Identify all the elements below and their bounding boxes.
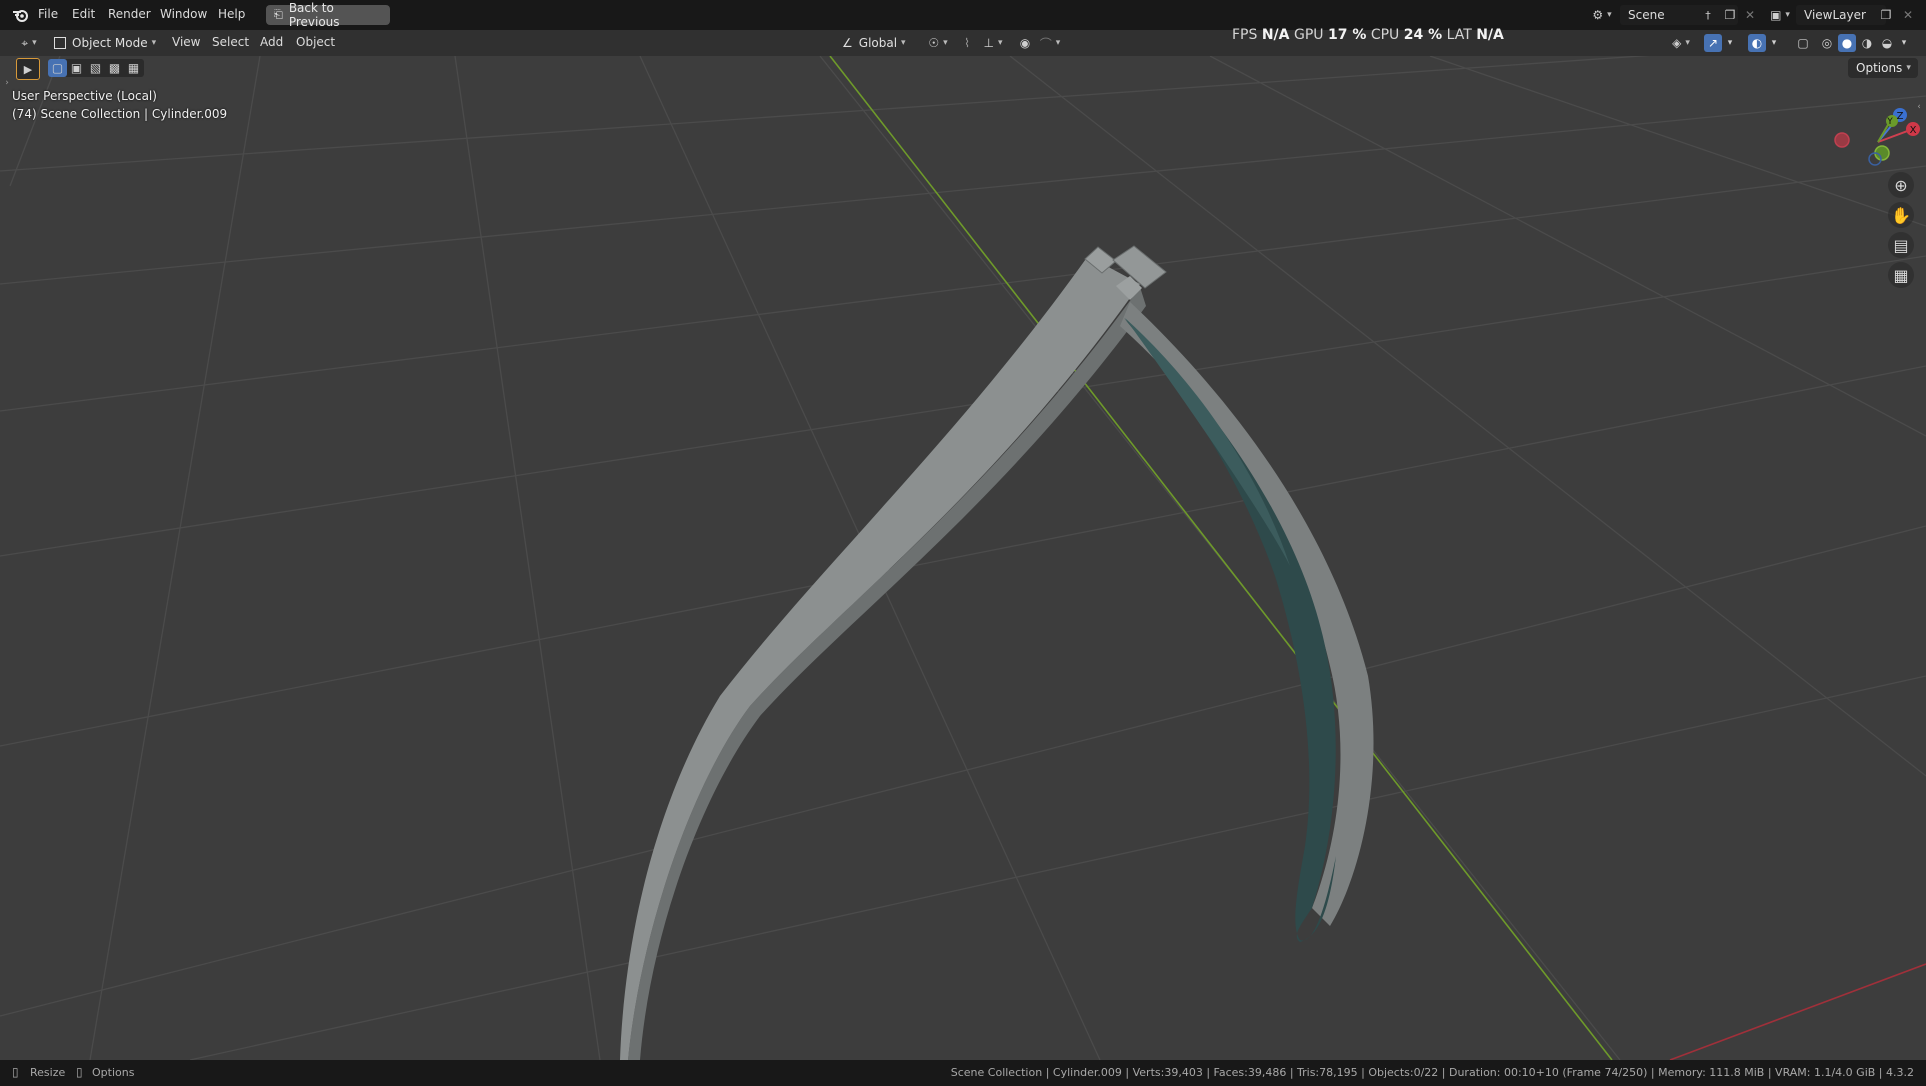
gizmo-x-label: X (1910, 125, 1917, 136)
floor-grid (0, 56, 1926, 1060)
camera-icon[interactable]: ▤ (1888, 232, 1914, 258)
snath-handle-top (620, 256, 1140, 1060)
menu-file[interactable]: File (38, 7, 58, 21)
overlays-toggle-icon[interactable]: ◐ (1748, 34, 1766, 52)
scene-field[interactable]: Scene (1620, 5, 1738, 25)
top-bar: File Edit Render Window Help ⎗ Back to P… (0, 0, 1926, 31)
menu-object[interactable]: Object (296, 35, 335, 49)
3d-viewport[interactable]: User Perspective (Local) (74) Scene Coll… (0, 56, 1926, 1060)
orientation-label: Global (858, 36, 898, 50)
solid-shading-icon[interactable]: ● (1838, 34, 1856, 52)
right-panel-toggle-icon[interactable]: ‹ (1914, 100, 1924, 114)
viewlayer-field[interactable]: ViewLayer (1796, 5, 1886, 25)
menu-edit[interactable]: Edit (72, 7, 95, 21)
select-mode-buttons: ▢ ▣ ▧ ▩ ▦ (48, 59, 144, 77)
back-icon: ⎗ (274, 8, 283, 21)
select-tool-icon[interactable]: ▶ (16, 58, 40, 80)
cpu-value: 24 % (1403, 27, 1443, 43)
status-options: Options (92, 1066, 135, 1079)
new-scene-icon[interactable]: ❐ (1722, 6, 1738, 24)
viewport-header: ⌖ ▾ Object Mode ▾ View Select Add Object ∠… (0, 30, 1926, 56)
blade-back (1120, 302, 1374, 926)
falloff-icon[interactable]: ⌒ ▾ (1036, 34, 1064, 52)
menu-window[interactable]: Window (160, 7, 207, 21)
gizmo-toggle-icon[interactable]: ↗ (1704, 34, 1722, 52)
select-invert-icon[interactable]: ▩ (105, 59, 124, 77)
visibility-icon[interactable]: ◈ ▾ (1666, 34, 1696, 52)
left-panel-toggle-icon[interactable]: › (2, 76, 12, 90)
viewlayer-icon[interactable]: ▣ ▾ (1766, 6, 1794, 24)
gizmo-y-label: Y (1886, 117, 1893, 127)
proportional-edit-icon[interactable]: ◉ (1016, 34, 1034, 52)
menu-view[interactable]: View (172, 35, 200, 49)
gizmo-z-label: Z (1897, 111, 1904, 122)
menu-help[interactable]: Help (218, 7, 245, 21)
select-subtract-icon[interactable]: ▧ (86, 59, 105, 77)
lat-value: N/A (1476, 27, 1504, 43)
snap-target-icon[interactable]: ⊥ ▾ (978, 34, 1008, 52)
delete-scene-icon[interactable]: ✕ (1742, 6, 1758, 24)
scene-icon[interactable]: ⚙ ▾ (1588, 6, 1616, 24)
fps-label: FPS (1232, 27, 1258, 43)
delete-viewlayer-icon[interactable]: ✕ (1900, 6, 1916, 24)
options-label: Options (1856, 61, 1903, 75)
perspective-label: User Perspective (Local) (12, 89, 157, 103)
gpu-value: 17 % (1327, 27, 1367, 43)
select-intersect-icon[interactable]: ▦ (124, 59, 143, 77)
performance-stats: FPS N/A GPU 17 % CPU 24 % LAT N/A (1232, 27, 1504, 43)
status-bar: ▯ Resize ▯ Options Scene Collection | Cy… (0, 1060, 1926, 1086)
mouse-left-icon: ▯ (12, 1065, 19, 1079)
menu-add[interactable]: Add (260, 35, 283, 49)
scene-name: Scene (1628, 8, 1665, 22)
pivot-icon[interactable]: ☉ ▾ (924, 34, 952, 52)
snath-handle-side (628, 287, 1146, 1060)
xray-icon[interactable]: ▢ (1794, 34, 1812, 52)
menu-select[interactable]: Select (212, 35, 249, 49)
select-new-icon[interactable]: ▢ (48, 59, 67, 77)
lat-label: LAT (1446, 27, 1472, 43)
material-shading-icon[interactable]: ◑ (1858, 34, 1876, 52)
blender-logo-icon[interactable] (10, 6, 32, 24)
overlays-dropdown-icon[interactable]: ▾ (1768, 34, 1780, 52)
viewport-canvas (0, 56, 1926, 1060)
3d-viewport-icon[interactable]: ⌖ ▾ (14, 34, 44, 52)
fps-value: N/A (1261, 27, 1290, 43)
hand-icon[interactable]: ✋ (1888, 202, 1914, 228)
mouse-right-icon: ▯ (76, 1065, 83, 1079)
new-viewlayer-icon[interactable]: ❐ (1878, 6, 1894, 24)
menu-render[interactable]: Render (108, 7, 151, 21)
gizmo-dropdown-icon[interactable]: ▾ (1724, 34, 1736, 52)
object-mode-dropdown[interactable]: Object Mode ▾ (54, 34, 156, 52)
transform-orientation-dropdown[interactable]: ∠ Global ▾ (842, 34, 906, 52)
options-dropdown[interactable]: Options ▾ (1848, 58, 1918, 78)
cpu-label: CPU (1370, 27, 1400, 43)
grid-icon[interactable]: ▦ (1888, 262, 1914, 288)
rendered-shading-icon[interactable]: ◒ (1878, 34, 1896, 52)
zoom-icon[interactable]: ⊕ (1888, 172, 1914, 198)
back-to-previous-label: Back to Previous (288, 1, 340, 29)
object-mode-icon (54, 37, 66, 49)
collection-label: (74) Scene Collection | Cylinder.009 (12, 107, 228, 121)
orientation-icon: ∠ (842, 36, 853, 50)
gpu-label: GPU (1293, 27, 1324, 43)
back-to-previous-button[interactable]: ⎗ Back to Previous (266, 1, 390, 29)
viewlayer-name: ViewLayer (1804, 8, 1866, 22)
scythe-mesh[interactable] (620, 245, 1374, 1060)
status-info: Scene Collection | Cylinder.009 | Verts:… (950, 1066, 1914, 1079)
shading-dropdown-icon[interactable]: ▾ (1898, 34, 1910, 52)
select-extend-icon[interactable]: ▣ (67, 59, 86, 77)
x-axis-line (1669, 963, 1926, 1060)
status-resize: Resize (30, 1066, 66, 1079)
object-mode-label: Object Mode (72, 36, 148, 50)
wireframe-shading-icon[interactable]: ◎ (1818, 34, 1836, 52)
snap-icon[interactable]: ⌇ (958, 34, 976, 52)
pin-icon[interactable]: † (1700, 6, 1716, 24)
